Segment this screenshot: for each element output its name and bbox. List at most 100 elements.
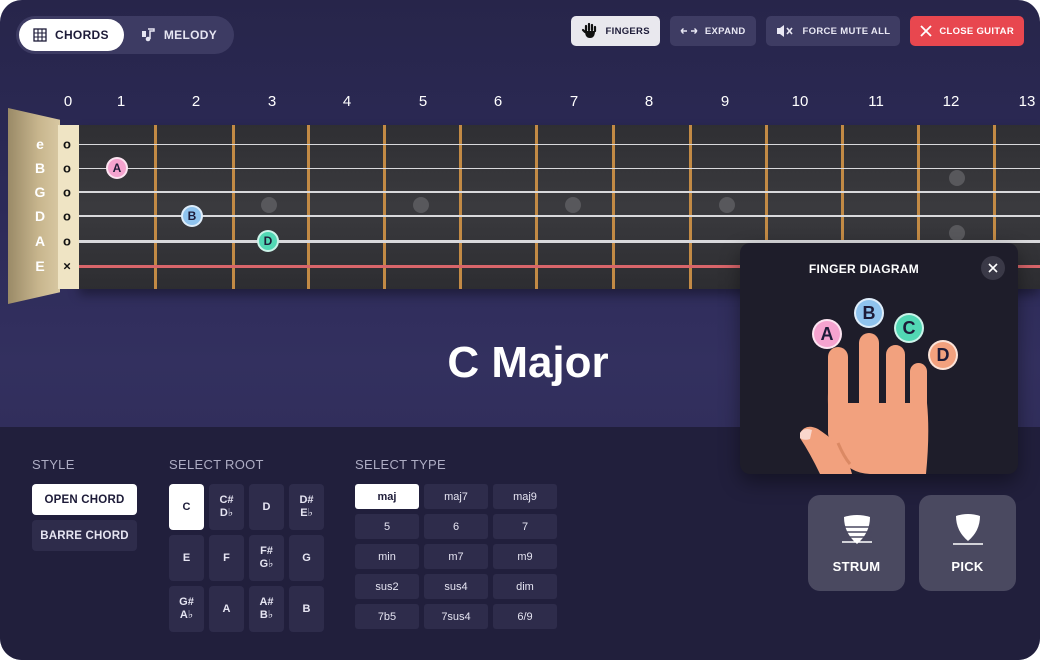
root-button[interactable]: E xyxy=(169,535,204,581)
type-button[interactable]: m9 xyxy=(493,544,557,569)
string-label: E xyxy=(35,258,45,274)
type-button[interactable]: 5 xyxy=(355,514,419,539)
fret-inlay xyxy=(565,197,581,213)
type-grid: maj maj7 maj9 5 6 7 min m7 m9 sus2 sus4 dim 7b5 7sus4… xyxy=(355,484,557,629)
root-label: D xyxy=(262,500,271,513)
close-x-icon xyxy=(920,25,932,37)
root-button[interactable]: A xyxy=(209,586,244,632)
open-string-mark: o xyxy=(63,184,71,200)
root-button[interactable]: F xyxy=(209,535,244,581)
mute-speaker-icon xyxy=(776,25,793,37)
open-string-mark: o xyxy=(63,160,71,176)
root-button[interactable]: D# E♭ xyxy=(289,484,324,530)
root-alt-label: G♭ xyxy=(259,558,274,570)
select-type-title: SELECT TYPE xyxy=(355,457,446,472)
guitar-pick-icon xyxy=(952,513,983,545)
root-label: A# xyxy=(259,596,274,609)
root-label: E xyxy=(182,551,191,564)
music-note-icon xyxy=(141,28,155,42)
top-actions: FINGERS EXPAND FORCE MUTE ALL CLOSE GUIT… xyxy=(570,16,1024,46)
type-button[interactable]: sus4 xyxy=(424,574,488,599)
select-root-title: SELECT ROOT xyxy=(169,457,264,472)
close-guitar-button[interactable]: CLOSE GUITAR xyxy=(910,16,1024,46)
expand-button[interactable]: EXPAND xyxy=(669,16,756,46)
fret-number: 3 xyxy=(267,93,277,110)
fret-inlay xyxy=(949,170,965,186)
hand-icon xyxy=(581,22,596,38)
fingers-button[interactable]: FINGERS xyxy=(570,16,660,46)
root-button[interactable]: D xyxy=(249,484,284,530)
finger-dot-a: A xyxy=(106,157,128,179)
fret-number: 11 xyxy=(868,93,884,110)
root-alt-label: D♭ xyxy=(219,507,234,519)
type-button[interactable]: maj9 xyxy=(493,484,557,509)
open-string-mark: o xyxy=(63,208,71,224)
type-button[interactable]: 7sus4 xyxy=(424,604,488,629)
type-button[interactable]: 6/9 xyxy=(493,604,557,629)
finger-badge-a: A xyxy=(812,319,842,349)
root-alt-label: A♭ xyxy=(179,609,194,621)
root-button[interactable]: F# G♭ xyxy=(249,535,284,581)
type-button[interactable]: m7 xyxy=(424,544,488,569)
root-label: C xyxy=(182,500,191,513)
strum-button[interactable]: STRUM xyxy=(808,495,905,591)
open-string-mark: o xyxy=(63,233,71,249)
type-button[interactable]: maj xyxy=(355,484,419,509)
fret-number: 12 xyxy=(942,93,960,110)
type-button[interactable]: 6 xyxy=(424,514,488,539)
finger-badge-c: C xyxy=(894,313,924,343)
root-label: A xyxy=(222,602,231,615)
root-button[interactable]: B xyxy=(289,586,324,632)
type-button[interactable]: maj7 xyxy=(424,484,488,509)
muted-string-mark: × xyxy=(63,258,71,274)
type-button[interactable]: dim xyxy=(493,574,557,599)
root-grid: C C# D♭ D D# E♭ E F F# G♭ G G# A♭ A A# B♭ B xyxy=(169,484,324,632)
finger-badge-b: B xyxy=(854,298,884,328)
fret-inlay xyxy=(413,197,429,213)
pick-button[interactable]: PICK xyxy=(919,495,1016,591)
type-button[interactable]: sus2 xyxy=(355,574,419,599)
string-e[interactable] xyxy=(79,143,1040,145)
fret-number: 6 xyxy=(493,93,503,110)
string-label: G xyxy=(34,184,46,200)
string-B[interactable] xyxy=(79,167,1040,169)
type-button[interactable]: 7 xyxy=(493,514,557,539)
melody-tab[interactable]: MELODY xyxy=(124,19,231,51)
melody-tab-label: MELODY xyxy=(163,28,217,42)
fret-inlay xyxy=(719,197,735,213)
type-button[interactable]: 7b5 xyxy=(355,604,419,629)
mode-toggle: CHORDS MELODY xyxy=(16,16,234,54)
barre-chord-button[interactable]: BARRE CHORD xyxy=(32,520,137,551)
root-button[interactable]: G# A♭ xyxy=(169,586,204,632)
strum-label: STRUM xyxy=(832,558,881,574)
root-button[interactable]: G xyxy=(289,535,324,581)
pick-label: PICK xyxy=(951,558,984,574)
open-chord-button[interactable]: OPEN CHORD xyxy=(32,484,137,515)
fret-number: 5 xyxy=(418,93,428,110)
force-mute-label: FORCE MUTE ALL xyxy=(802,25,891,37)
force-mute-button[interactable]: FORCE MUTE ALL xyxy=(765,16,901,46)
guitar-app: CHORDS MELODY FINGERS EXPAND FORCE MUTE … xyxy=(0,0,1040,660)
grid-icon xyxy=(33,28,47,42)
root-button[interactable]: A# B♭ xyxy=(249,586,284,632)
fingers-label: FINGERS xyxy=(605,25,650,37)
root-label: G# xyxy=(179,596,194,609)
close-guitar-label: CLOSE GUITAR xyxy=(939,25,1014,37)
style-title: STYLE xyxy=(32,457,75,472)
expand-label: EXPAND xyxy=(704,25,746,37)
chords-tab[interactable]: CHORDS xyxy=(19,19,124,51)
root-button[interactable]: C xyxy=(169,484,204,530)
fret-number: 9 xyxy=(720,93,730,110)
string-label: B xyxy=(34,160,46,176)
root-button[interactable]: C# D♭ xyxy=(209,484,244,530)
type-button[interactable]: min xyxy=(355,544,419,569)
string-label: D xyxy=(34,208,46,224)
finger-badge-d: D xyxy=(928,340,958,370)
chords-tab-label: CHORDS xyxy=(55,28,109,42)
hand-icon xyxy=(800,333,929,474)
string-D[interactable] xyxy=(79,215,1040,217)
expand-arrows-icon xyxy=(680,28,698,34)
string-G[interactable] xyxy=(79,191,1040,193)
root-label: F# xyxy=(260,545,273,558)
root-label: F xyxy=(223,551,230,564)
